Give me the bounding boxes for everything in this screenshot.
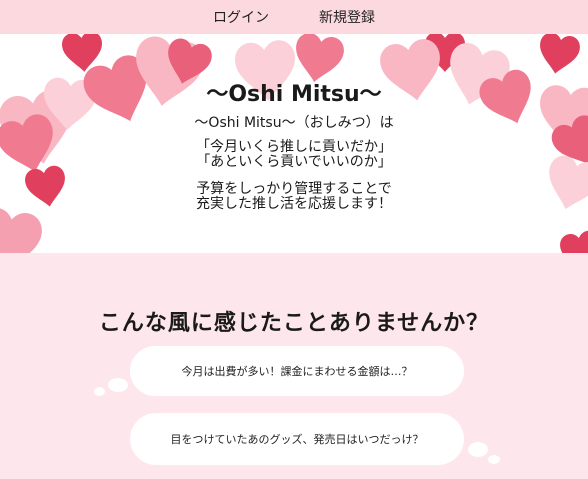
heart-shape xyxy=(535,34,582,78)
hero-quote-line: 「今月いくら推しに貢いだか」 xyxy=(196,139,392,155)
login-link[interactable]: ログイン xyxy=(213,7,269,27)
problems-heading: こんな風に感じたことありませんか？ xyxy=(98,311,490,336)
speech-bubble-text: 今月は出費が多い！課金にまわせる金額は…？ xyxy=(181,365,413,378)
speech-bubble-text: 目をつけていたあのグッズ、発売日はいつだっけ？ xyxy=(170,433,424,446)
hero-desc-line: 予算をしっかり管理することで xyxy=(196,181,392,197)
heart-shape xyxy=(0,205,45,253)
bubble-tail-dot xyxy=(468,442,488,457)
signup-link[interactable]: 新規登録 xyxy=(319,7,375,27)
heart-shape xyxy=(558,229,588,253)
hero-section: 〜Oshi Mitsu〜 〜Oshi Mitsu〜（おしみつ）は 「今月いくら推… xyxy=(0,34,588,253)
hero-description: 予算をしっかり管理することで 充実した推し活を応援します！ xyxy=(0,182,588,212)
hero-quote: 「今月いくら推しに貢いだか」 「あといくら貢いでいいのか」 xyxy=(0,140,588,170)
bubble-tail-dot xyxy=(108,378,128,392)
bubble-tail-dot xyxy=(488,455,500,464)
speech-bubble: 今月は出費が多い！課金にまわせる金額は…？ xyxy=(130,346,464,396)
top-nav: ログイン 新規登録 xyxy=(0,0,588,34)
hero-lead: 〜Oshi Mitsu〜（おしみつ）は xyxy=(194,115,394,131)
bubble-tail-dot xyxy=(94,387,105,396)
speech-bubble: 目をつけていたあのグッズ、発売日はいつだっけ？ xyxy=(130,413,464,465)
hero-desc-line: 充実した推し活を応援します！ xyxy=(196,196,392,212)
hero-title: 〜Oshi Mitsu〜 xyxy=(206,82,382,107)
hero-quote-line: 「あといくら貢いでいいのか」 xyxy=(196,154,392,170)
